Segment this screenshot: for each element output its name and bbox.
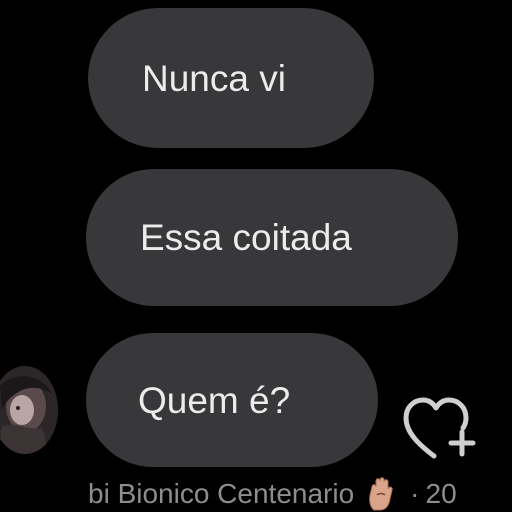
message-timestamp: 20	[425, 478, 457, 509]
message-text: Quem é?	[138, 379, 291, 421]
sender-name[interactable]: bi Bionico Centenario	[88, 478, 354, 510]
message-bubble[interactable]: Nunca vi	[88, 8, 374, 148]
heart-plus-icon[interactable]	[400, 392, 486, 464]
message-bubble[interactable]: Essa coitada	[86, 169, 458, 306]
meta-separator: ·	[410, 478, 420, 509]
message-text: Essa coitada	[140, 217, 352, 258]
avatar[interactable]	[0, 366, 58, 454]
message-text: Nunca vi	[142, 57, 286, 99]
avatar-image	[0, 366, 58, 454]
hand-emoji-icon	[366, 477, 396, 511]
message-meta: bi Bionico Centenario · 20	[88, 474, 512, 512]
message-bubble[interactable]: Quem é?	[86, 333, 378, 467]
